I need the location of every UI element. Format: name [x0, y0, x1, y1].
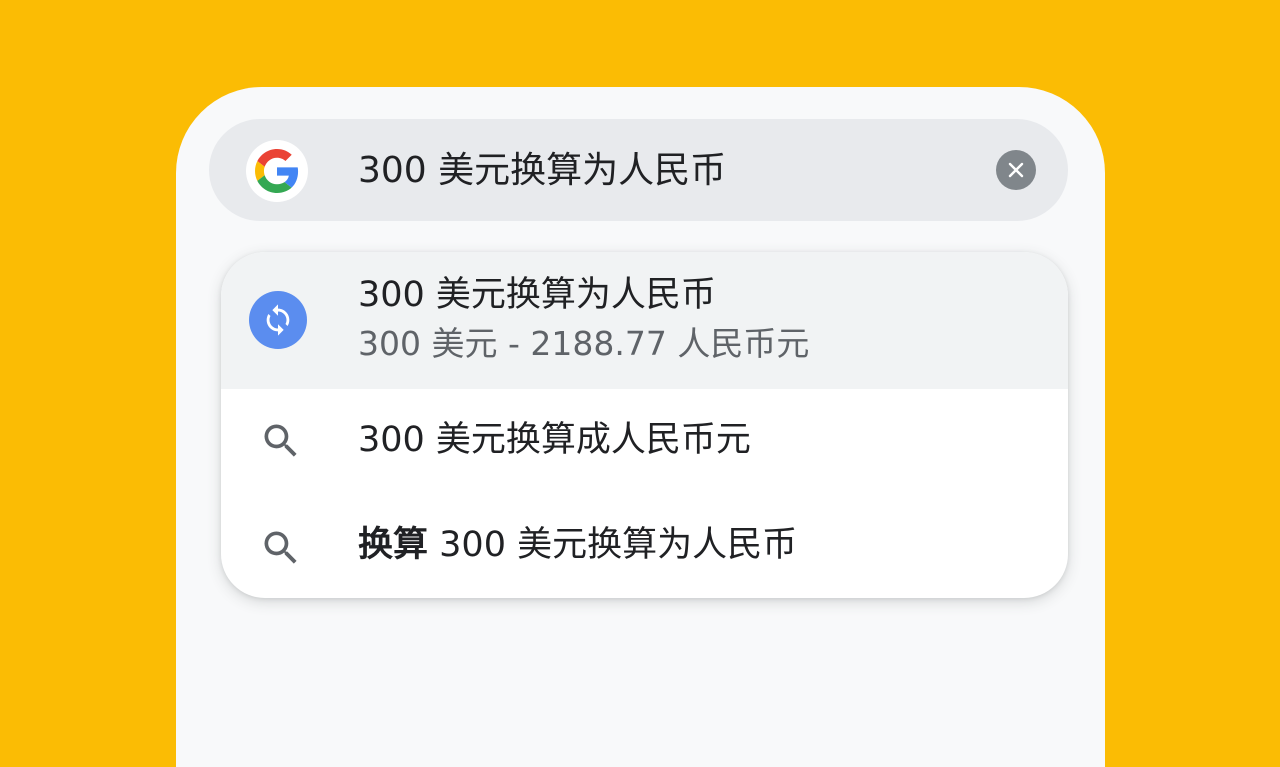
google-g-icon	[246, 140, 308, 202]
suggestion-text-wrapper: 换算 300 美元换算为人民币	[358, 520, 797, 570]
search-input[interactable]: 300 美元换算为人民币	[358, 145, 726, 197]
search-icon	[264, 531, 297, 564]
suggestion-bold-term: 换算	[358, 525, 429, 565]
suggestion-text: 300 美元换算为人民币	[439, 525, 798, 565]
suggestion-item[interactable]: 换算 300 美元换算为人民币	[221, 492, 1068, 598]
clear-button[interactable]	[996, 150, 1036, 190]
conversion-result: 300 美元 - 2188.77 人民币元	[358, 324, 810, 363]
search-icon	[264, 424, 297, 457]
currency-convert-icon	[249, 291, 307, 349]
suggestion-text: 300 美元换算成人民币元	[358, 420, 751, 460]
suggestion-item[interactable]: 300 美元换算成人民币元	[221, 389, 1068, 492]
suggestion-conversion[interactable]: 300 美元换算为人民币 300 美元 - 2188.77 人民币元	[221, 252, 1068, 389]
conversion-title: 300 美元换算为人民币	[358, 275, 716, 315]
close-icon	[1008, 162, 1024, 178]
suggestions-dropdown: 300 美元换算为人民币 300 美元 - 2188.77 人民币元 300 美…	[221, 252, 1068, 598]
